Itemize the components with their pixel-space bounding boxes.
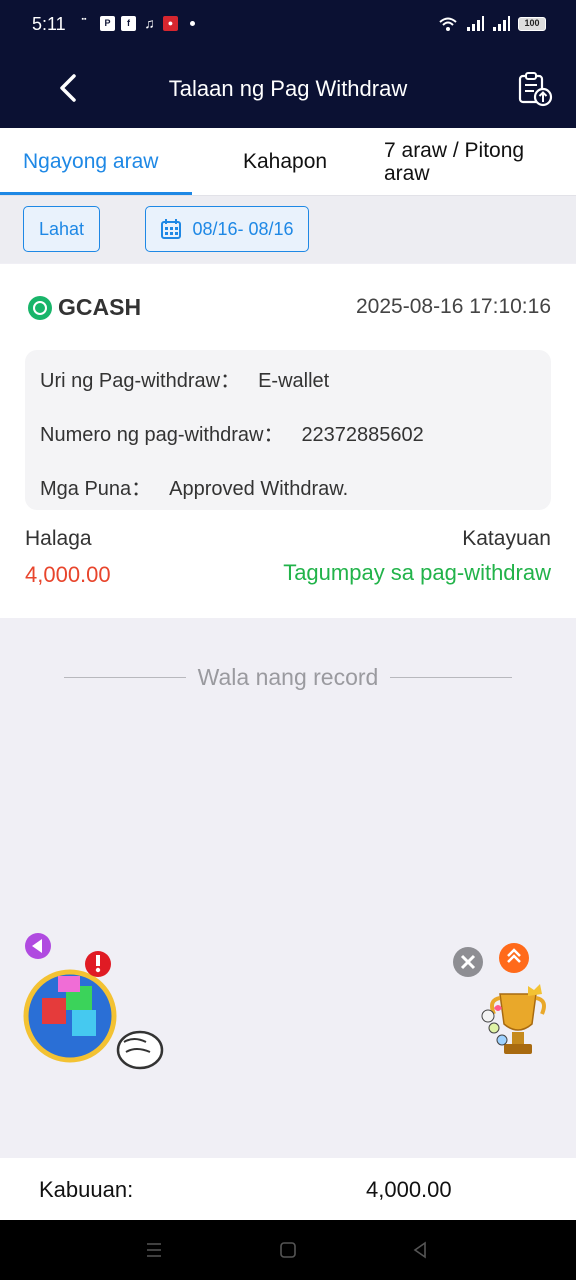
withdraw-type-value: E-wallet — [258, 370, 330, 392]
system-navigation-bar — [0, 1220, 576, 1280]
date-range-button[interactable]: 08/16- 08/16 — [145, 206, 309, 252]
gcash-logo-icon — [28, 295, 52, 320]
floating-trophy-widget[interactable] — [450, 940, 555, 1065]
record-datetime: 2025-08-16 17:10:16 — [356, 295, 551, 318]
status-label: Katayuan — [462, 527, 551, 550]
battery-icon: 100 — [518, 17, 546, 31]
no-more-records-text: Wala nang record — [197, 663, 379, 690]
clipboard-upload-icon[interactable] — [516, 70, 554, 108]
period-tabs: Ngayong araw Kahapon 7 araw / Pitong ara… — [0, 128, 576, 195]
calendar-icon — [161, 219, 182, 239]
no-more-records: Wala nang record — [64, 660, 512, 694]
home-icon[interactable] — [276, 1238, 300, 1262]
bell-icon: ♫ — [144, 15, 155, 31]
payment-brand: GCASH — [28, 294, 141, 321]
amount-value: 4,000.00 — [25, 562, 111, 587]
signal-1-icon — [467, 16, 484, 31]
total-value: 4,000.00 — [366, 1177, 452, 1202]
notification-icons: ▪▪ P f ♫ ● — [74, 16, 195, 31]
collapse-arrow-icon[interactable] — [25, 933, 51, 959]
withdraw-number-value: 22372885602 — [301, 424, 424, 446]
status-value: Tagumpay sa pag-withdraw — [283, 560, 551, 585]
glove-hand-icon — [116, 1030, 164, 1070]
record-details-box: Uri ng Pag-withdraw： E-wallet Numero ng p… — [25, 350, 551, 510]
divider-right — [390, 676, 512, 678]
filter-all-button[interactable]: Lahat — [23, 206, 100, 252]
floating-promo-widget[interactable] — [22, 932, 172, 1077]
filter-bar: Lahat 08/16- 08/16 — [0, 195, 576, 263]
system-icons: 100 — [438, 16, 546, 32]
remarks-value: Approved Withdraw. — [169, 478, 349, 500]
filter-all-label: Lahat — [38, 218, 85, 239]
total-footer: Kabuuan: 4,000.00 — [0, 1158, 576, 1220]
lucky-cube-icon — [23, 969, 117, 1063]
status-time: 5:11 — [32, 14, 66, 34]
game-app-icon: ● — [163, 16, 178, 31]
remarks-row: Mga Puna： Approved Withdraw. — [40, 472, 348, 501]
amount-label: Halaga — [25, 527, 92, 550]
status-bar: 5:11 ▪▪ P f ♫ ● 100 — [0, 0, 576, 50]
withdraw-number-row: Numero ng pag-withdraw： 22372885602 — [40, 418, 424, 447]
app-p-icon: P — [100, 16, 115, 31]
app-header: Talaan ng Pag Withdraw — [0, 50, 576, 128]
withdraw-type-row: Uri ng Pag-withdraw： E-wallet — [40, 364, 329, 393]
temu-app-icon: ▪▪ — [81, 16, 87, 23]
facebook-icon: f — [121, 16, 136, 31]
withdraw-record-card[interactable]: GCASH 2025-08-16 17:10:16 Uri ng Pag-wit… — [0, 264, 576, 618]
date-range-label: 08/16- 08/16 — [192, 218, 294, 239]
remarks-label: Mga Puna： — [40, 478, 152, 500]
signal-2-icon — [493, 16, 510, 31]
total-label: Kabuuan: — [39, 1177, 134, 1202]
more-notifications-dot-icon — [190, 21, 195, 26]
withdraw-type-label: Uri ng Pag-withdraw： — [40, 370, 241, 392]
divider-left — [64, 676, 186, 678]
menu-icon[interactable] — [142, 1238, 166, 1262]
page-title: Talaan ng Pag Withdraw — [168, 76, 408, 101]
wifi-icon — [439, 17, 457, 31]
tab-yesterday[interactable]: Kahapon — [243, 128, 327, 195]
tab-today[interactable]: Ngayong araw — [23, 128, 158, 195]
alert-badge-icon — [85, 951, 111, 977]
brand-name: GCASH — [58, 294, 142, 320]
back-triangle-icon[interactable] — [408, 1238, 432, 1262]
close-icon[interactable] — [453, 947, 483, 977]
scroll-top-icon[interactable] — [499, 943, 529, 973]
tab-seven-days[interactable]: 7 araw / Pitong araw — [384, 128, 554, 195]
withdraw-number-label: Numero ng pag-withdraw： — [40, 424, 284, 446]
trophy-icon — [481, 984, 546, 1054]
